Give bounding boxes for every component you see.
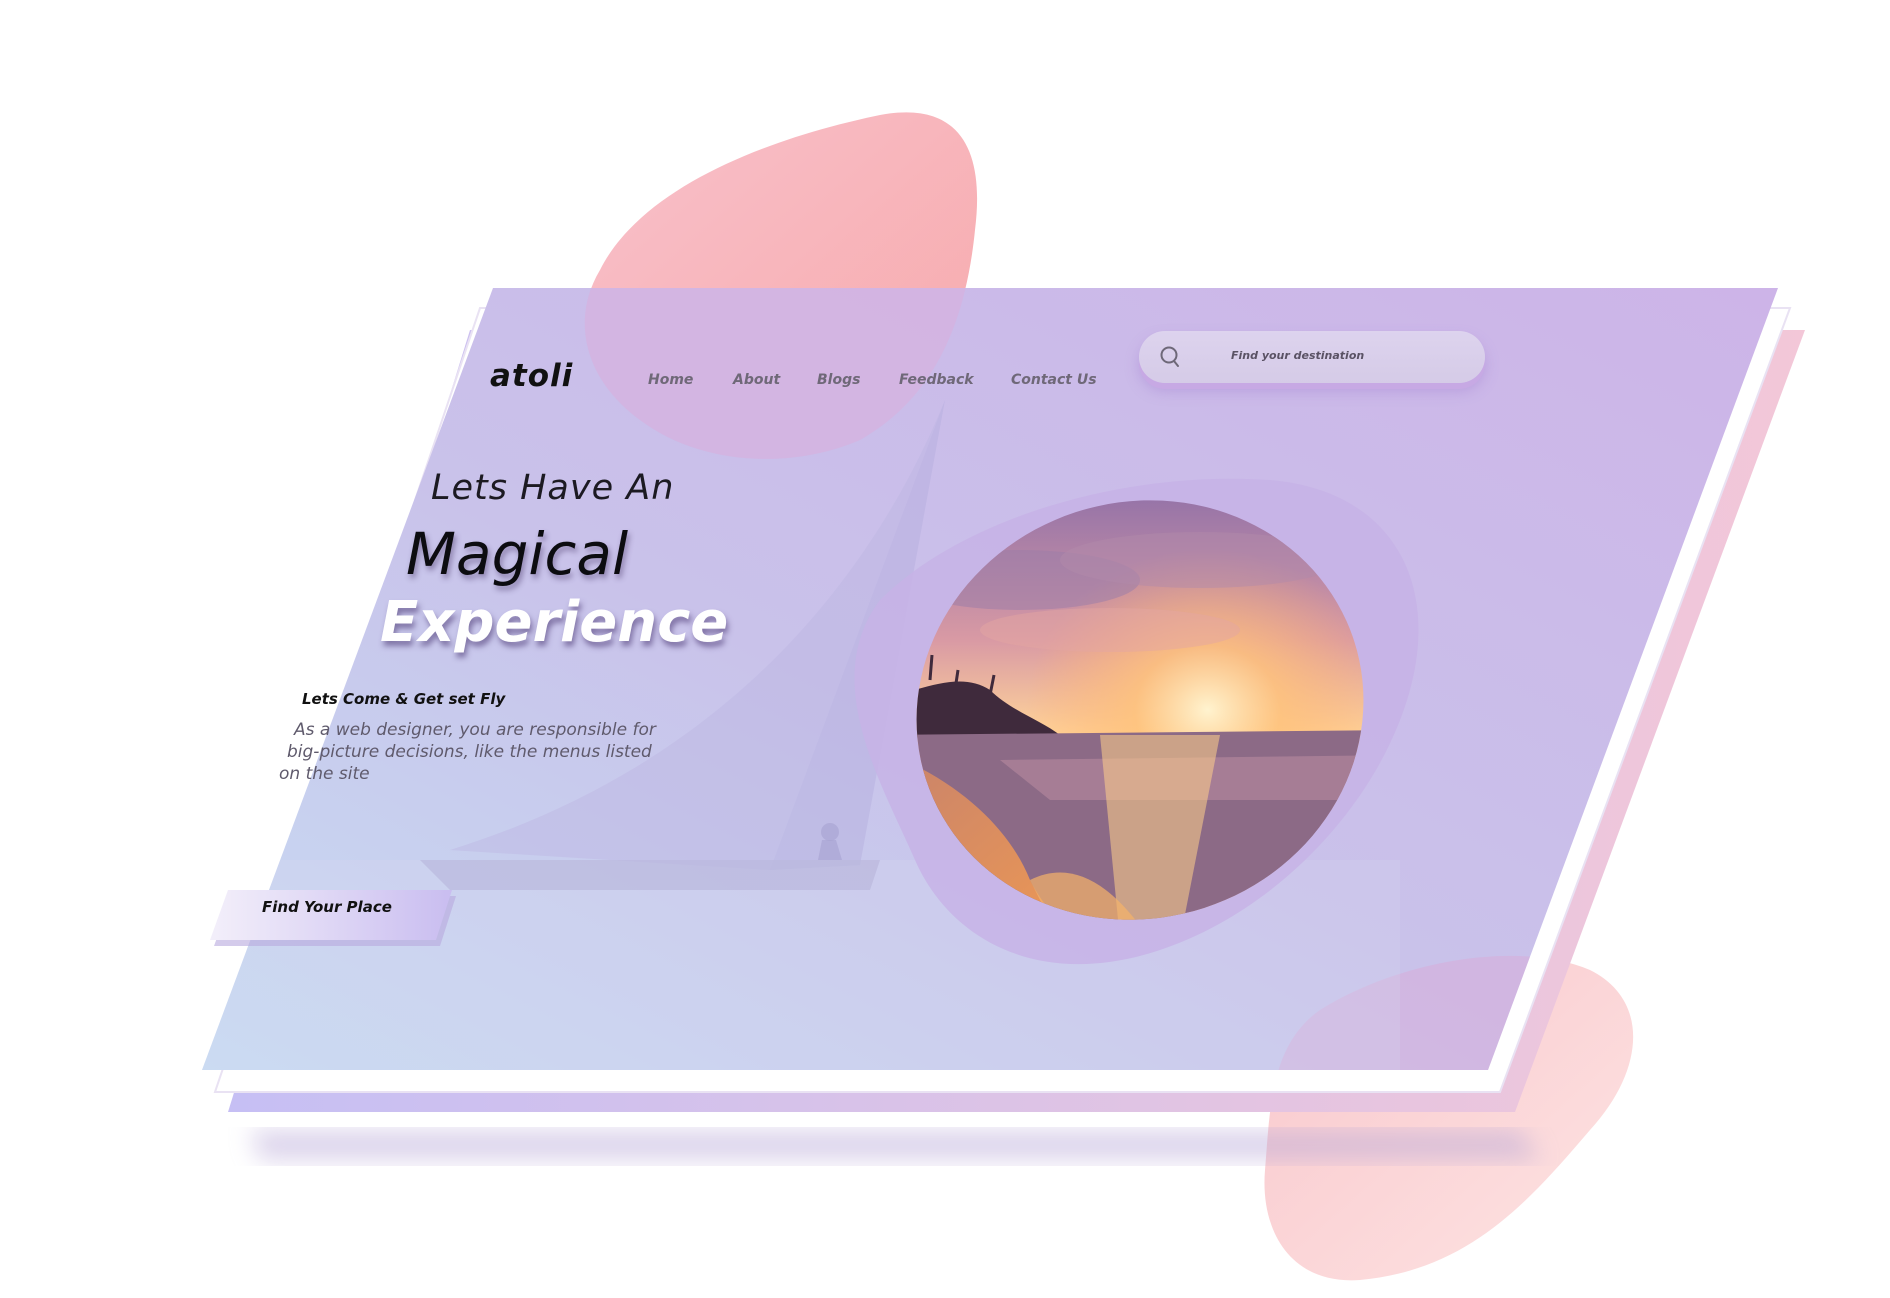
hero-heading-line2: Magical <box>406 520 629 588</box>
hero-heading-line1: Lets Have An <box>431 468 675 508</box>
nav-item-feedback[interactable]: Feedback <box>899 372 974 388</box>
nav-item-contact-us[interactable]: Contact Us <box>1011 372 1097 388</box>
mockup-artwork <box>202 112 1805 1281</box>
search-input[interactable]: Find your destination <box>1139 331 1485 383</box>
search-placeholder: Find your destination <box>1231 349 1365 362</box>
find-your-place-button[interactable]: Find Your Place <box>262 898 392 916</box>
hero-heading-line3: Experience <box>380 590 729 655</box>
landing-page-mockup: atoli Home About Blogs Feedback Contact … <box>0 0 1890 1298</box>
hero-tagline: Lets Come & Get set Fly <box>302 690 506 708</box>
brand-logo[interactable]: atoli <box>490 358 573 394</box>
hero-description-line: As a web designer, you are responsible f… <box>294 720 656 740</box>
nav-item-home[interactable]: Home <box>648 372 693 388</box>
hero-description-line: on the site <box>279 764 370 784</box>
hero-description-line: big-picture decisions, like the menus li… <box>287 742 652 762</box>
search-icon[interactable] <box>1159 345 1181 369</box>
nav-item-blogs[interactable]: Blogs <box>817 372 860 388</box>
nav-item-about[interactable]: About <box>733 372 780 388</box>
